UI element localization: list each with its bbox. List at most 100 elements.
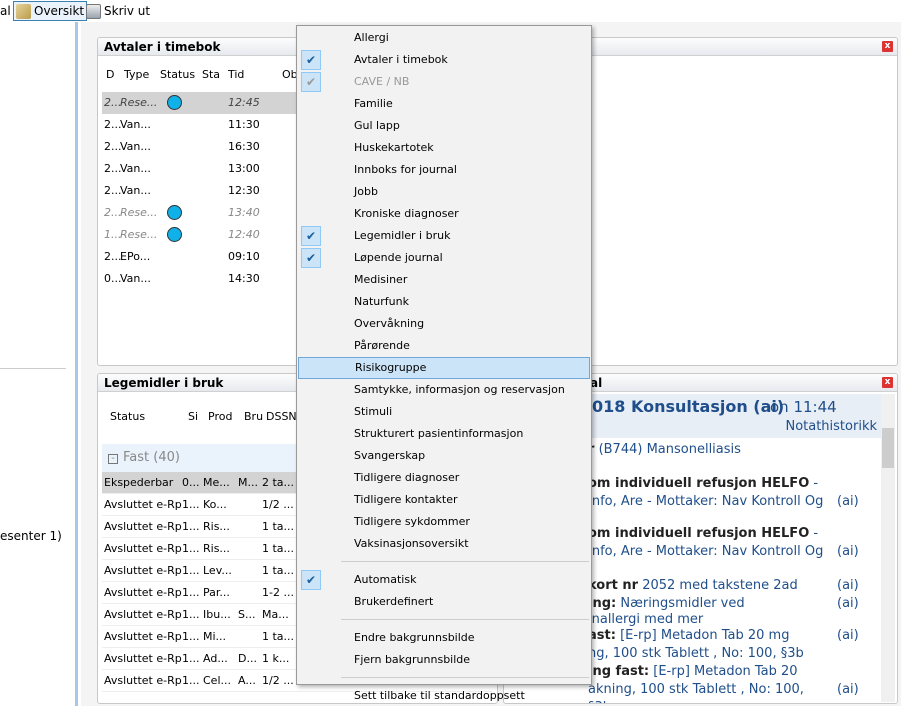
menu-item[interactable]: ✔ Avtaler i timebok [298,49,590,71]
column-header[interactable]: DSSN [266,410,297,423]
checkmark-icon: ✔ [301,248,321,268]
menu-item-label: Sett tilbake til standardoppsett [354,689,525,702]
cell-tid: 12:45 [228,96,260,109]
column-header[interactable]: D [106,68,114,81]
column-header[interactable]: Prod [208,410,232,423]
table-row[interactable]: 2... EPo... 09:10 [102,246,302,268]
table-row[interactable]: 2... Van... 11:30 [102,114,302,136]
cell: 1... [182,586,200,599]
menu-item[interactable]: Naturfunk [298,291,590,313]
scrollbar-thumb[interactable] [882,428,894,468]
column-header[interactable]: Status [110,410,145,423]
cell-tid: 12:40 [228,228,260,241]
cell-type: Rese... [120,206,158,219]
ai-tag[interactable]: (ai) [837,596,859,611]
close-icon[interactable]: x [882,41,893,52]
cell: Avsluttet e-Rp [104,652,182,665]
table-row[interactable]: 2... Rese... 12:45 [102,92,302,114]
cell: Avsluttet e-Rp [104,630,182,643]
close-icon[interactable]: x [882,377,893,388]
toolbar-journal-button[interactable]: al [0,1,13,21]
menu-item[interactable]: Vaksinasjonsoversikt [298,533,590,555]
menu-item-label: Medisiner [354,273,408,286]
journal-line-text: 2052 med takstene 2ad [642,578,798,593]
cell: Ko... [203,498,227,511]
history-link[interactable]: Notathistorikk [785,419,877,434]
cell: Par... [203,586,230,599]
table-row[interactable]: 2... Van... 16:30 [102,136,302,158]
cell: 1... [182,630,200,643]
panel-title: Avtaler i timebok [104,40,221,54]
ai-tag[interactable]: (ai) [837,578,859,593]
column-header[interactable]: Type [124,68,149,81]
table-row[interactable]: 2... Van... 13:00 [102,158,302,180]
collapse-icon[interactable]: - [108,454,118,464]
cell-tid: 11:30 [228,118,260,131]
menu-item[interactable]: Svangerskap [298,445,590,467]
column-header[interactable]: Tid [228,68,244,81]
menu-item[interactable]: Stimuli [298,401,590,423]
menu-item[interactable]: Familie [298,93,590,115]
cell-type: EPo... [120,250,151,263]
ai-tag[interactable]: (ai) [837,544,859,559]
table-row[interactable]: 0... Van... 14:30 [102,268,302,290]
menu-item[interactable]: Endre bakgrunnsbilde [298,627,590,649]
menu-item[interactable]: Allergi [298,27,590,49]
cell: 1 ta... [262,542,295,555]
menu-item[interactable]: Huskekartotek [298,137,590,159]
menu-item[interactable]: ✔ Automatisk [298,569,590,591]
menu-item[interactable]: Gul lapp [298,115,590,137]
menu-item[interactable]: Sett tilbake til standardoppsett [298,685,590,707]
cell: Avsluttet e-Rp [104,564,182,577]
menu-item-label: CAVE / NB [354,75,410,88]
ai-tag[interactable]: (ai) [837,494,859,509]
menu-item[interactable]: Risikogruppe [298,357,590,379]
cell: 1... [182,520,200,533]
column-header[interactable]: Si [188,410,198,423]
menu-item[interactable]: Jobb [298,181,590,203]
journal-line-label: kort nr [588,578,639,593]
journal-line: ast: [E-rp] Metadon Tab 20 mg [588,628,789,643]
menu-item[interactable]: ✔ Legemidler i bruk [298,225,590,247]
menu-item[interactable]: Tidligere sykdommer [298,511,590,533]
scrollbar[interactable] [881,394,895,702]
menu-item[interactable]: Overvåkning [298,313,590,335]
cell: 1... [182,498,200,511]
cell-d: 2... [104,250,122,263]
menu-item-label: Jobb [354,185,378,198]
menu-item[interactable]: Tidligere kontakter [298,489,590,511]
cell-type: Van... [120,184,151,197]
menu-item[interactable]: Pårørende [298,335,590,357]
cell: Avsluttet e-Rp [104,498,182,511]
column-header[interactable]: Bru [244,410,263,423]
menu-item[interactable]: Strukturert pasientinformasjon [298,423,590,445]
toolbar-print-button[interactable]: Skriv ut [84,1,152,21]
menu-item[interactable]: Kroniske diagnoser [298,203,590,225]
table-row[interactable]: 1... Rese... 12:40 [102,224,302,246]
journal-line-text: (B744) Mansonelliasis [598,442,741,457]
menu-item-label: Endre bakgrunnsbilde [354,631,475,644]
table-row[interactable]: 2... Van... 12:30 [102,180,302,202]
column-header[interactable]: Sta [202,68,220,81]
cell: Ma... [262,608,289,621]
menu-item[interactable]: ✔ Løpende journal [298,247,590,269]
toolbar-overview-button[interactable]: Oversikt [13,1,88,21]
checkmark-icon: ✔ [301,72,321,92]
cell: 1/2 ... [262,674,294,687]
cell: 1... [182,652,200,665]
journal-line-label: om individuell refusjon HELFO [588,526,810,541]
journal-line-text: Info, Are - Mottaker: Nav Kontroll Og [588,544,824,559]
ai-tag[interactable]: (ai) [837,682,859,697]
menu-item[interactable]: Fjern bakgrunnsbilde [298,649,590,671]
ai-tag[interactable]: (ai) [837,628,859,643]
menu-item[interactable]: Tidligere diagnoser [298,467,590,489]
menu-item[interactable]: Medisiner [298,269,590,291]
journal-line-text: akning, 100 stk Tablett , No: 100, [588,682,804,697]
menu-item[interactable]: ✔ CAVE / NB [298,71,590,93]
table-row[interactable]: 2... Rese... 13:40 [102,202,302,224]
menu-item[interactable]: Samtykke, informasjon og reservasjon [298,379,590,401]
column-header[interactable]: Status [160,68,195,81]
menu-item[interactable]: Brukerdefinert [298,591,590,613]
cell: 2 ta... [262,476,295,489]
menu-item[interactable]: Innboks for journal [298,159,590,181]
